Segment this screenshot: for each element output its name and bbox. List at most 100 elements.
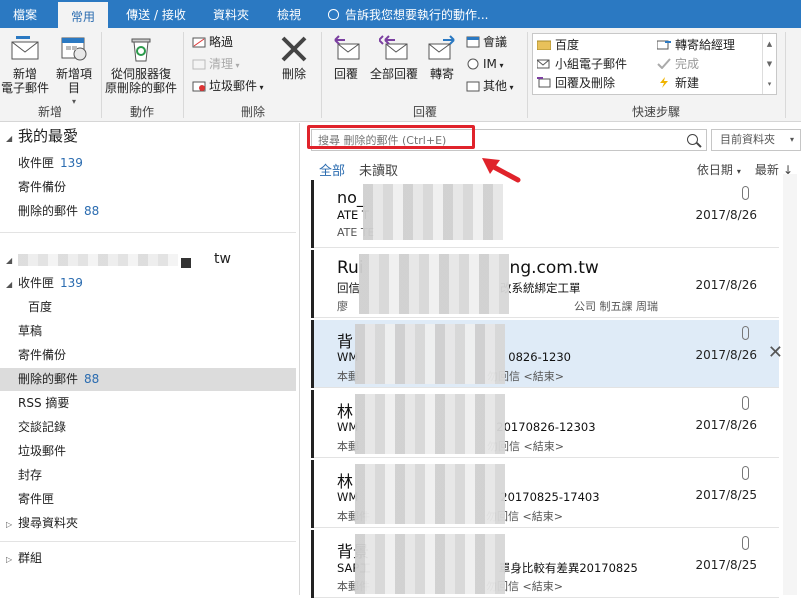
folder-label: 草稿 (18, 324, 43, 338)
reply-all-label: 全部回覆 (369, 67, 418, 81)
tell-me-box[interactable]: 告訴我您想要執行的動作... (328, 0, 488, 28)
scroll-up-icon[interactable]: ▲ (763, 34, 776, 54)
folder-item-conversation-history[interactable]: 交談記錄 (18, 416, 314, 439)
quickstep-create-new[interactable]: 新建 (657, 75, 699, 91)
collapse-triangle-icon[interactable]: ◢ (6, 127, 18, 150)
collapse-triangle-icon[interactable]: ◢ (6, 273, 18, 296)
quick-steps-scroll[interactable]: ▲ ▼ ▾ (762, 34, 776, 94)
search-box[interactable] (311, 129, 707, 151)
quickstep-done[interactable]: 完成 (657, 56, 699, 72)
quickstep-label: 新建 (675, 76, 700, 90)
message-item[interactable]: 背景 SAP工 單身比較有差異20170825 本郵件 勿回信 <結束> 2017/… (311, 530, 779, 598)
search-scope-dropdown[interactable]: 目前資料夾 ▾ (711, 129, 801, 151)
reply-all-button[interactable]: 全部回覆 (366, 34, 422, 81)
calendar-icon (466, 35, 480, 48)
subject-tail: 改系統綁定工單 (500, 281, 581, 295)
quickstep-team-email[interactable]: 小組電子郵件 (536, 56, 627, 72)
folder-item-archive[interactable]: 封存 (18, 464, 314, 487)
message-item[interactable]: Rui ng.com.tw 回信 改系統綁定工單 廖公司 制五課 周瑞 2017/8… (311, 250, 779, 318)
group-label-actions: 動作 (129, 105, 154, 119)
message-state-bar (311, 320, 314, 388)
folder-item-junk[interactable]: 垃圾郵件 (18, 440, 314, 463)
redaction-blur (355, 324, 505, 384)
scroll-down-icon[interactable]: ▼ (763, 54, 776, 74)
new-email-button[interactable]: 新增 電子郵件 (0, 34, 50, 95)
meeting-label: 會議 (483, 35, 508, 49)
sort-order[interactable]: 最新 (755, 163, 779, 177)
ribbon-tab-bar: 檔案 常用 傳送 / 接收 資料夾 檢視 告訴我您想要執行的動作... (0, 0, 801, 28)
folder-label: RSS 摘要 (18, 396, 70, 410)
message-item[interactable]: no_ ATE T ATE TE 2017/8/26 (311, 180, 779, 248)
reply-all-icon (377, 34, 409, 64)
group-divider (183, 32, 184, 118)
filter-unread[interactable]: 未讀取 (359, 164, 398, 179)
forward-button[interactable]: 轉寄 (422, 34, 462, 81)
collapse-triangle-icon[interactable]: ◢ (6, 249, 18, 272)
tab-view[interactable]: 檢視 (266, 0, 312, 28)
cleanup-button[interactable]: 清理 ▾ (192, 55, 240, 73)
folder-item-deleted[interactable]: 刪除的郵件 88 (18, 200, 314, 223)
message-item-selected[interactable]: 背 WM 0826-1230 本郵 勿回信 <結束> 2017/8/26 ✕ (311, 320, 783, 388)
message-list-scrollbar[interactable] (783, 174, 797, 595)
checkmark-icon (657, 57, 671, 70)
divider (0, 232, 296, 233)
message-date: 2017/8/26 (695, 208, 757, 222)
delete-button[interactable]: 刪除 (274, 34, 314, 81)
expand-gallery-icon[interactable]: ▾ (763, 74, 776, 94)
favorites-title: 我的最愛 (18, 127, 79, 145)
folder-item-sent[interactable]: 寄件備份 (18, 344, 314, 367)
tab-home[interactable]: 常用 (58, 0, 108, 28)
new-items-label: 新增項目 (55, 67, 92, 95)
folder-item-outbox[interactable]: 寄件匣 (18, 488, 314, 511)
folder-item-inbox[interactable]: 收件匣 139 (18, 152, 314, 175)
tab-folder[interactable]: 資料夾 (204, 0, 258, 28)
expand-triangle-icon[interactable]: ▷ (6, 513, 18, 536)
quickstep-forward-manager[interactable]: 轉寄給經理 (656, 37, 735, 53)
attachment-icon (742, 466, 749, 480)
message-sender: 林 (337, 402, 354, 421)
message-list-pane: 目前資料夾▾ 全部未讀取 依日期▾最新↓ no_ ATE T ATE TE 20… (301, 123, 801, 598)
message-item[interactable]: 林 WM 20170825-17403 本郵件 勿回信 <結束> 2017/8/25 (311, 460, 779, 528)
tab-file[interactable]: 檔案 (0, 0, 50, 28)
message-sender: 背 (337, 332, 354, 351)
new-items-button[interactable]: 新增項目 ▾ (52, 34, 96, 109)
folder-item-search-folders[interactable]: ▷ 搜尋資料夾 (6, 512, 302, 535)
subject-tail: 20170825-17403 (500, 490, 600, 504)
reply-button[interactable]: 回覆 (326, 34, 366, 81)
restore-deleted-button[interactable]: 從伺服器復 原刪除的郵件 (104, 34, 178, 95)
quickstep-label: 回覆及刪除 (555, 76, 616, 90)
redaction-blur (355, 394, 505, 454)
chevron-down-icon[interactable]: ▾ (737, 167, 741, 176)
folder-item-inbox[interactable]: ◢ 收件匣 139 (6, 272, 302, 295)
folder-label: 寄件備份 (18, 348, 67, 362)
group-label-quicksteps: 快速步驟 (631, 105, 680, 119)
search-icon[interactable] (687, 134, 698, 145)
redaction-blur (18, 254, 178, 266)
unread-count: 139 (60, 156, 83, 170)
expand-triangle-icon[interactable]: ▷ (6, 548, 18, 571)
quickstep-baidu[interactable]: 百度 (536, 37, 579, 53)
ignore-button[interactable]: 略過 (192, 33, 233, 51)
groups-header[interactable]: ▷ 群組 (6, 547, 302, 570)
im-button[interactable]: IM ▾ (466, 55, 503, 73)
attachment-icon (742, 186, 749, 200)
tab-send-receive[interactable]: 傳送 / 接收 (116, 0, 196, 28)
delete-message-icon[interactable]: ✕ (768, 342, 783, 363)
folder-item-drafts[interactable]: 草稿 (18, 320, 314, 343)
more-respond-button[interactable]: 其他 ▾ (466, 77, 514, 95)
sort-by-date[interactable]: 依日期 (697, 163, 733, 177)
quickstep-reply-delete[interactable]: 回覆及刪除 (537, 75, 615, 91)
folder-item-rss[interactable]: RSS 摘要 (18, 392, 314, 415)
filter-all[interactable]: 全部 (319, 164, 345, 179)
meeting-button[interactable]: 會議 (466, 33, 507, 51)
search-input[interactable] (312, 130, 672, 150)
favorites-header[interactable]: ◢ 我的最愛 (6, 125, 302, 148)
folder-label: 百度 (28, 300, 53, 314)
folder-item-baidu[interactable]: 百度 (28, 296, 324, 319)
group-label-delete: 刪除 (240, 105, 265, 119)
message-item[interactable]: 林 WM 20170826-12303 本郵 勿回信 <結束> 2017/8/26 (311, 390, 779, 458)
folder-item-sent[interactable]: 寄件備份 (18, 176, 314, 199)
folder-item-deleted[interactable]: 刪除的郵件 88 (0, 368, 296, 391)
search-scope-label: 目前資料夾 (720, 133, 775, 146)
junk-button[interactable]: 垃圾郵件 ▾ (192, 77, 264, 95)
